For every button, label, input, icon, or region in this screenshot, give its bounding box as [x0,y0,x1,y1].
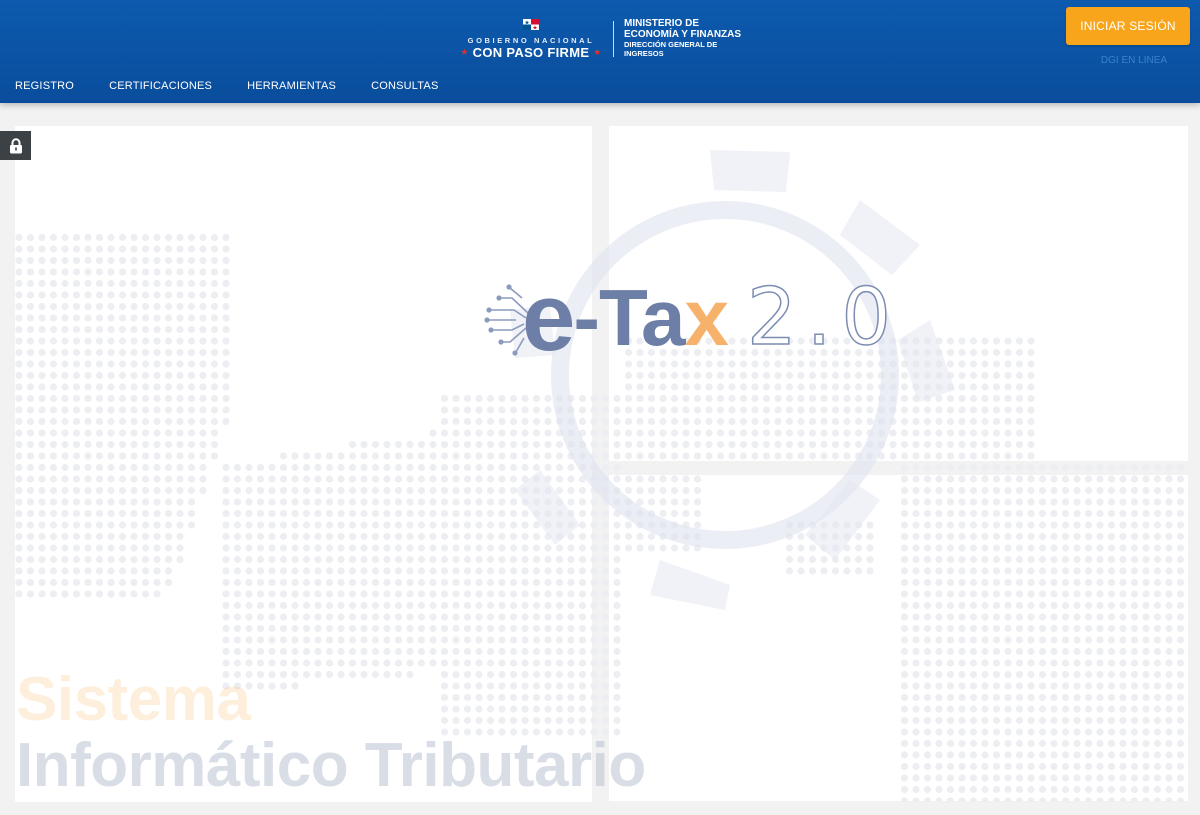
ministry-logo[interactable]: MINISTERIO DE ECONOMÍA Y FINANZAS DIRECC… [624,18,741,58]
ministry-line-3: DIRECCIÓN GENERAL DE [624,40,718,49]
ministry-line-1: MINISTERIO DE [624,18,700,29]
nav-item-consultas[interactable]: CONSULTAS [371,80,438,94]
star-icon: ★ [593,47,602,57]
site-header: GOBIERNO NACIONAL ★ CON PASO FIRME ★ MIN… [0,0,1200,103]
nav-item-certificaciones[interactable]: CERTIFICACIONES [109,80,212,94]
ministry-line-2: ECONOMÍA Y FINANZAS [624,29,742,40]
gov-line-2: ★ CON PASO FIRME ★ [455,45,607,60]
informatico-tributario-text: Informático Tributario [16,731,646,800]
nav-item-registro[interactable]: REGISTRO [15,80,74,94]
logo-letter-e: e [522,264,575,371]
gov-line-1: GOBIERNO NACIONAL [467,36,595,45]
logo-divider [613,21,614,57]
login-button[interactable]: INICIAR SESIÓN [1066,7,1190,45]
lock-icon [9,137,22,153]
logo-letter-x: x [684,273,729,362]
logo-dash-ta: -Ta [573,273,685,362]
lock-toggle-button[interactable] [0,131,31,160]
star-icon: ★ [460,47,469,57]
nav-item-herramientas[interactable]: HERRAMIENTAS [247,80,336,94]
etax-logo[interactable]: e -Ta x 2.0 [482,268,962,368]
gobierno-nacional-logo[interactable]: GOBIERNO NACIONAL ★ CON PASO FIRME ★ [455,18,607,62]
logo-version: 2.0 [746,273,901,363]
gear-ring-graphic [510,150,955,610]
sistema-text: Sistema [16,665,251,734]
ministry-line-4: INGRESOS [624,49,664,58]
dgi-en-linea-link[interactable]: DGI EN LINEA [1066,55,1200,66]
gov-slogan: CON PASO FIRME [472,45,590,60]
panama-flag-icon [523,19,539,30]
main-nav: REGISTRO CERTIFICACIONES HERRAMIENTAS CO… [15,80,473,94]
